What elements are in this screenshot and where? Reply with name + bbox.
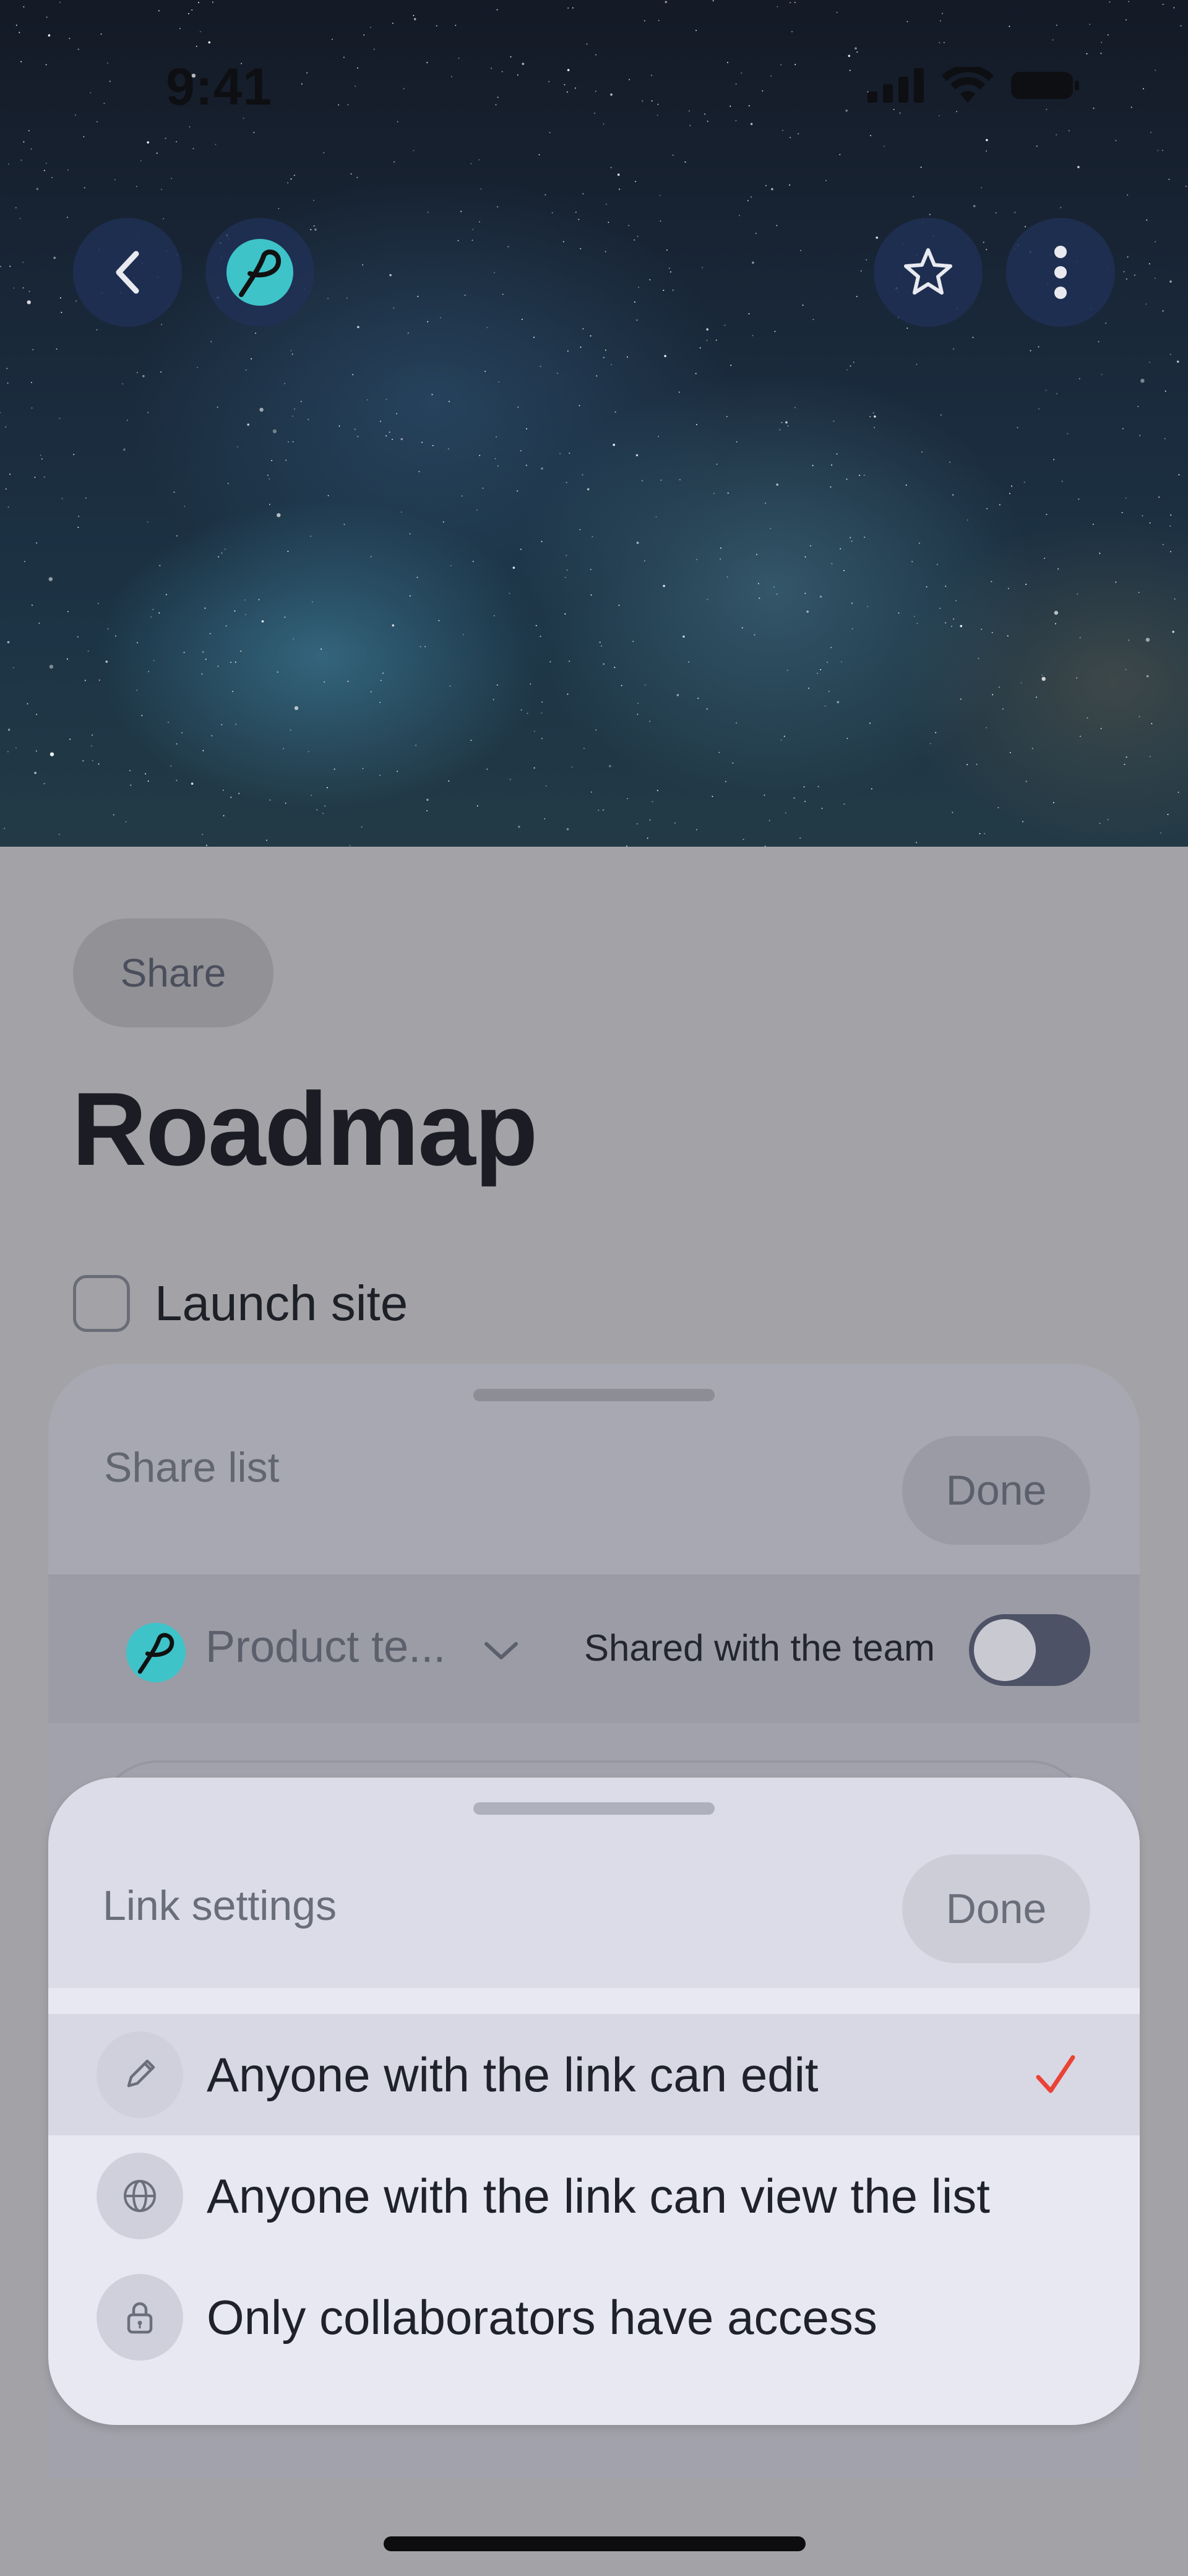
pencil-icon [97, 2031, 183, 2118]
share-chip[interactable]: Share [73, 918, 273, 1027]
workspace-button[interactable] [205, 218, 314, 327]
option-anyone-can-edit[interactable]: Anyone with the link can edit [48, 2014, 1140, 2135]
lock-icon [97, 2274, 183, 2361]
workspace-logo-icon [226, 239, 293, 306]
favorite-button[interactable] [874, 218, 983, 327]
cover-image [0, 0, 1188, 847]
option-label: Only collaborators have access [207, 2289, 877, 2345]
more-options-button[interactable] [1006, 218, 1115, 327]
battery-icon [1011, 72, 1079, 99]
team-selector[interactable]: Product te... [205, 1622, 446, 1672]
share-sheet-title: Share list [104, 1444, 280, 1491]
cellular-signal-icon [867, 68, 924, 103]
home-indicator[interactable] [384, 2536, 806, 2551]
option-anyone-can-view[interactable]: Anyone with the link can view the list [48, 2135, 1140, 2257]
workspace-logo-icon [127, 1623, 185, 1682]
page-title: Roadmap [72, 1071, 538, 1187]
back-button[interactable] [73, 218, 182, 327]
chevron-down-icon[interactable] [481, 1638, 521, 1662]
sheet-grabber[interactable] [473, 1802, 715, 1815]
task-checkbox[interactable] [73, 1275, 130, 1332]
team-toggle-label: Shared with the team [584, 1627, 935, 1669]
task-label: Launch site [155, 1276, 408, 1331]
shared-with-team-toggle[interactable] [969, 1614, 1090, 1686]
checkmark-icon [1036, 2055, 1075, 2093]
starfield [0, 0, 1187, 847]
globe-icon [97, 2153, 183, 2239]
link-settings-sheet: Link settings Done Anyone with the link … [48, 1778, 1140, 2425]
status-icons [867, 67, 1079, 104]
share-done-button[interactable]: Done [902, 1436, 1090, 1545]
sheet-grabber[interactable] [473, 1389, 715, 1401]
link-settings-title: Link settings [103, 1882, 337, 1929]
task-item[interactable]: Launch site [73, 1275, 408, 1332]
toggle-knob [974, 1619, 1036, 1681]
team-avatar [126, 1623, 186, 1682]
more-vertical-icon [1054, 246, 1067, 299]
chevron-left-icon [116, 251, 139, 294]
option-label: Anyone with the link can edit [207, 2047, 819, 2102]
wifi-icon [942, 67, 994, 103]
option-label: Anyone with the link can view the list [207, 2168, 990, 2223]
status-bar: 9:41 [0, 0, 1188, 116]
link-settings-done-button[interactable]: Done [902, 1854, 1090, 1963]
option-only-collaborators[interactable]: Only collaborators have access [48, 2257, 1140, 2378]
status-time: 9:41 [166, 58, 273, 116]
team-row: Product te... Shared with the team [48, 1577, 1140, 1723]
star-icon [904, 248, 952, 295]
